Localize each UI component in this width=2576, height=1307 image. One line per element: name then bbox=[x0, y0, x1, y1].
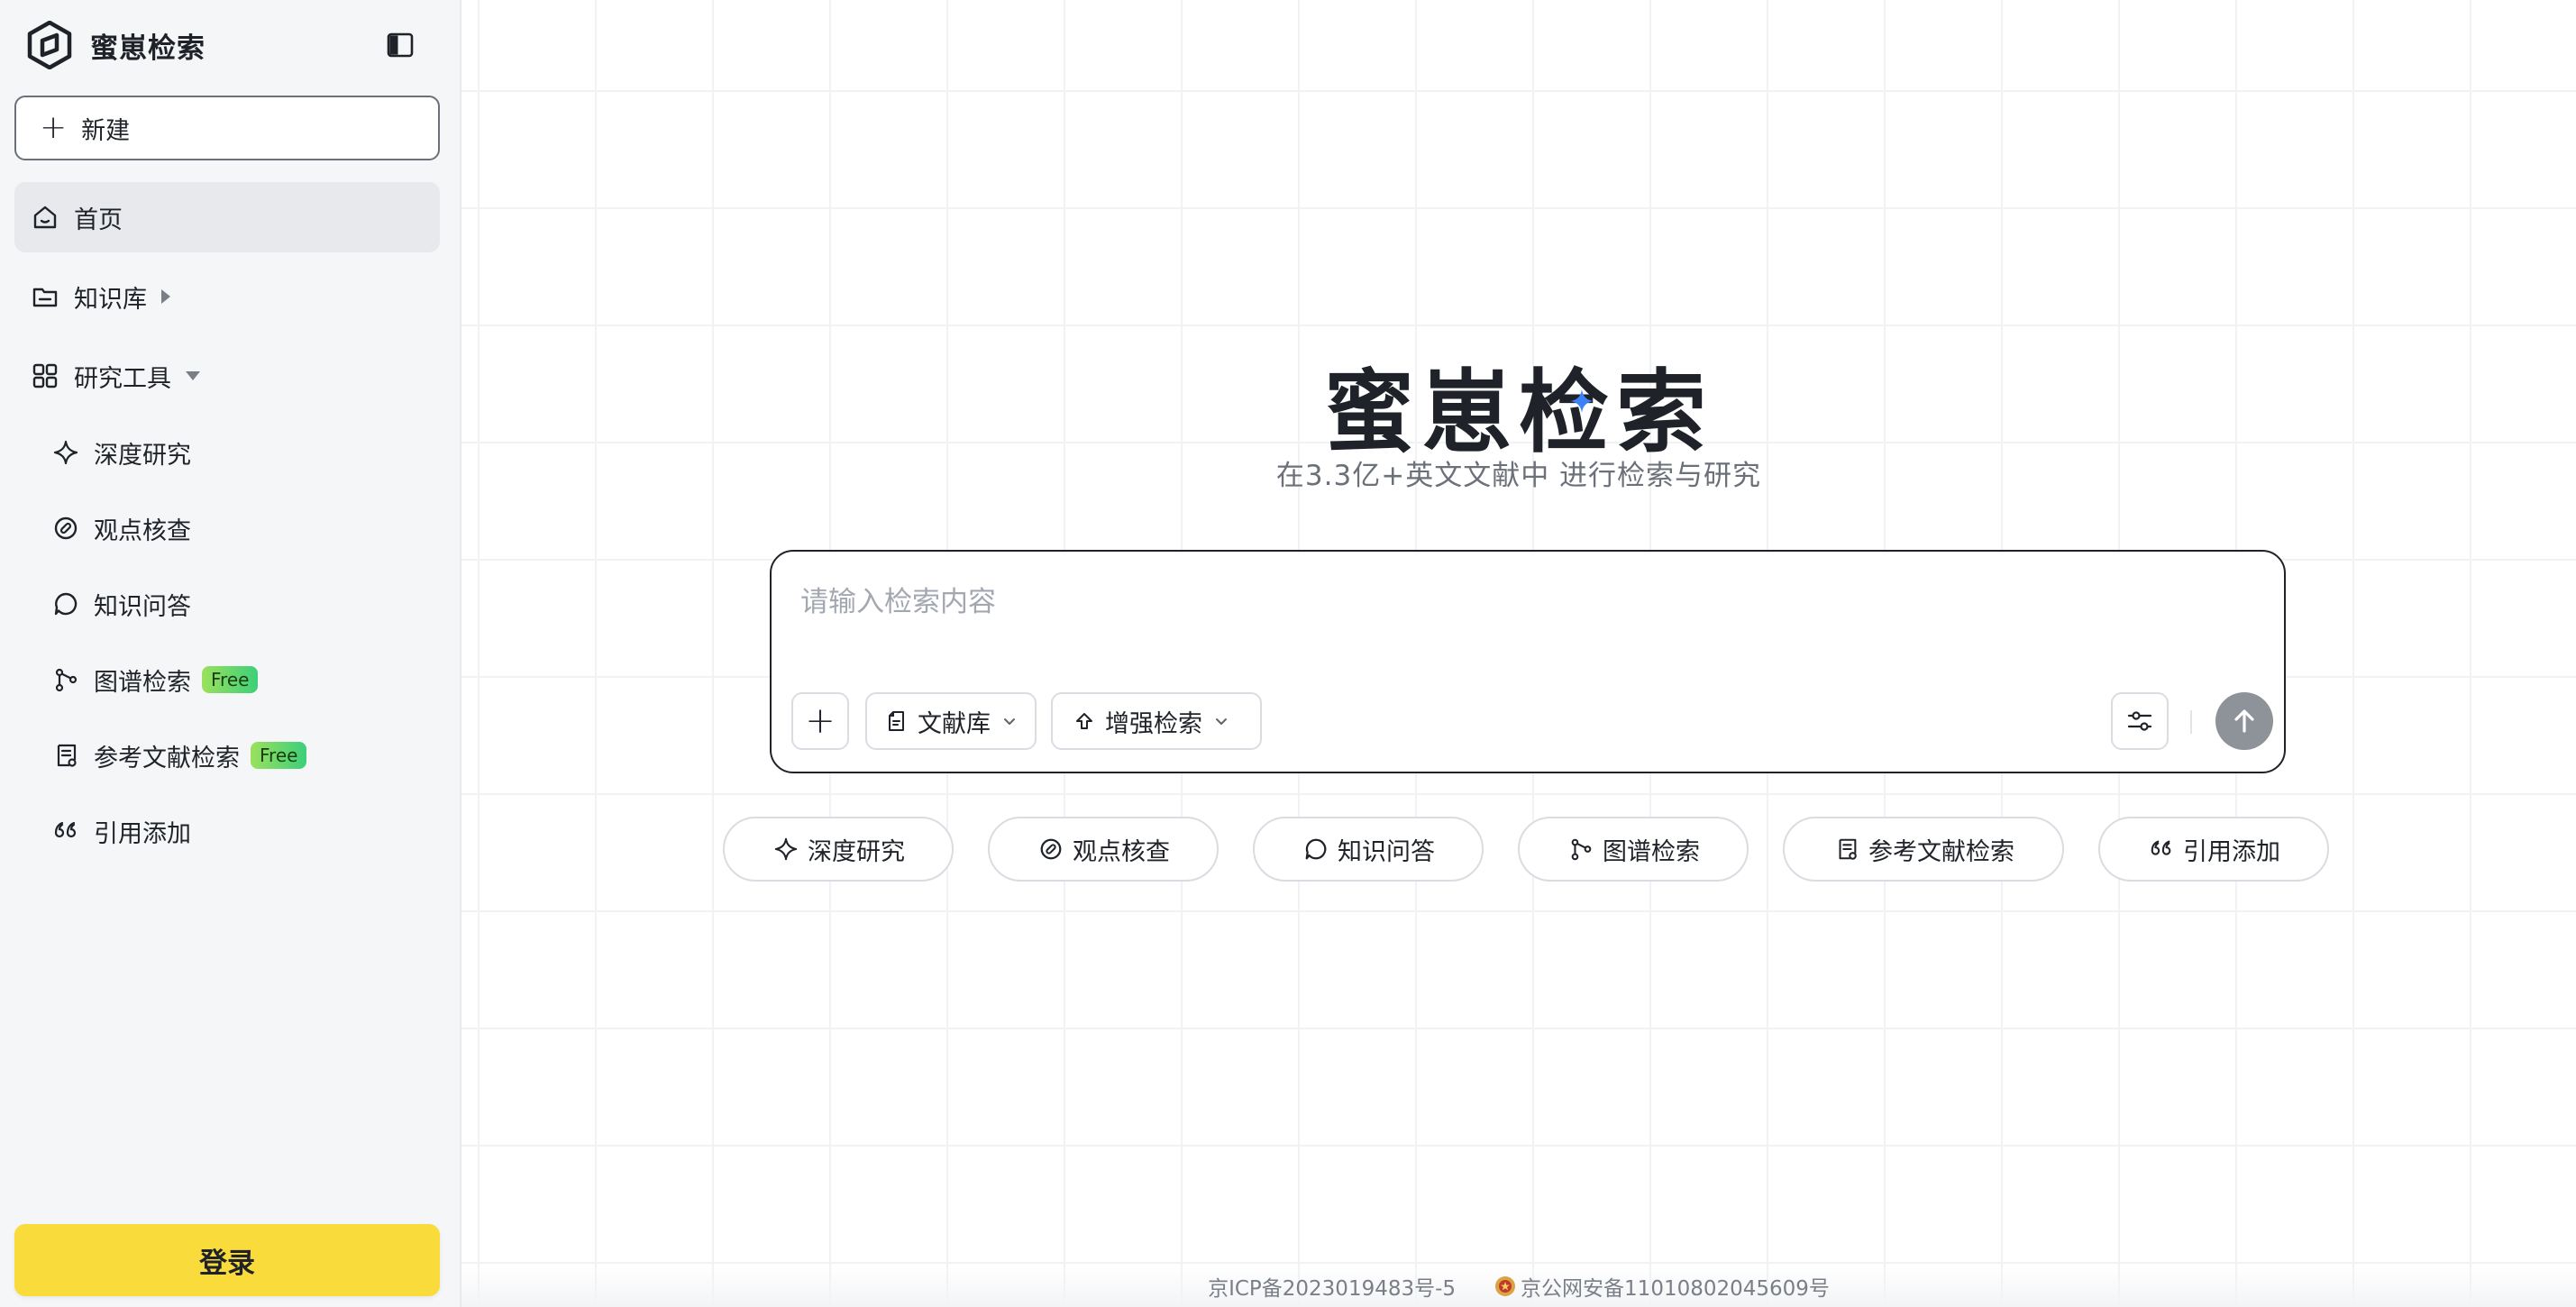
new-button-label: 新建 bbox=[81, 116, 131, 145]
free-badge: Free bbox=[202, 666, 259, 693]
reference-doc-icon bbox=[1832, 835, 1861, 864]
search-box: + 文献库 增强检索 bbox=[770, 550, 2286, 773]
filter-settings-button[interactable] bbox=[2111, 692, 2169, 750]
reference-doc-icon bbox=[50, 740, 81, 771]
police-badge-icon bbox=[1495, 1276, 1516, 1296]
login-button[interactable]: 登录 bbox=[14, 1224, 440, 1296]
sidebar-collapse-button[interactable] bbox=[382, 27, 418, 63]
hero-subtitle: 在3.3亿+英文文献中 进行检索与研究 bbox=[1275, 460, 1762, 492]
graph-icon bbox=[50, 664, 81, 695]
attach-button[interactable]: + bbox=[791, 692, 849, 750]
sidebar-item-label: 图谱检索 bbox=[94, 668, 191, 697]
home-icon bbox=[29, 201, 61, 233]
free-badge: Free bbox=[251, 742, 307, 769]
chevron-down-icon bbox=[1004, 718, 1015, 725]
sparkle-icon bbox=[50, 437, 81, 468]
chip-graph-search[interactable]: 图谱检索 bbox=[1518, 817, 1749, 882]
chip-reference-search[interactable]: 参考文献检索 bbox=[1783, 817, 2064, 882]
sidebar-toggle-icon bbox=[387, 32, 414, 58]
sidebar-item-deep-research[interactable]: 深度研究 bbox=[36, 424, 433, 481]
sidebar-item-graph-search[interactable]: 图谱检索 Free bbox=[36, 651, 433, 708]
send-button[interactable] bbox=[2215, 692, 2273, 750]
brand[interactable]: 蜜崽检索 bbox=[25, 18, 206, 72]
folder-icon bbox=[29, 280, 61, 313]
chip-label: 知识问答 bbox=[1338, 837, 1435, 866]
hero-title: 蜜崽检索 bbox=[1324, 360, 1713, 465]
sidebar-item-label: 引用添加 bbox=[94, 819, 191, 848]
footer: 京ICP备2023019483号-5 京公网安备11010802045609号 bbox=[461, 1266, 2576, 1307]
fact-check-icon bbox=[50, 513, 81, 544]
library-select[interactable]: 文献库 bbox=[865, 692, 1037, 750]
toolbar-divider bbox=[2190, 710, 2192, 734]
nav-item-research-tools-label: 研究工具 bbox=[74, 364, 171, 393]
graph-icon bbox=[1567, 835, 1595, 864]
chat-bubble-icon bbox=[1302, 835, 1330, 864]
brand-name: 蜜崽检索 bbox=[90, 32, 206, 65]
sidebar-item-label: 参考文献检索 bbox=[94, 744, 240, 772]
sliders-icon bbox=[2127, 711, 2152, 731]
sidebar-item-label: 知识问答 bbox=[94, 592, 191, 621]
chip-label: 引用添加 bbox=[2183, 837, 2280, 866]
sidebar-item-fact-check[interactable]: 观点核查 bbox=[36, 499, 433, 557]
chip-deep-research[interactable]: 深度研究 bbox=[723, 817, 954, 882]
chat-bubble-icon bbox=[50, 589, 81, 619]
search-input[interactable] bbox=[800, 575, 2243, 629]
nav-item-research-tools[interactable]: 研究工具 bbox=[14, 341, 440, 411]
arrow-up-icon bbox=[2234, 709, 2254, 733]
fact-check-icon bbox=[1037, 835, 1065, 864]
sidebar: 蜜崽检索 + 新建 首页 知识库 研究工具 深度研究 观点核查 知识问答 图谱检… bbox=[0, 0, 461, 1307]
sidebar-item-citation-add[interactable]: 引用添加 bbox=[36, 802, 433, 860]
enhanced-search-select[interactable]: 增强检索 bbox=[1051, 692, 1262, 750]
plus-icon: + bbox=[40, 109, 68, 146]
sidebar-item-reference-search[interactable]: 参考文献检索 Free bbox=[36, 727, 433, 784]
police-record-link[interactable]: 京公网安备11010802045609号 bbox=[1521, 1271, 1830, 1302]
quick-tools: 深度研究 观点核查 知识问答 图谱检索 参考文献检索 引用添加 bbox=[461, 817, 2576, 882]
quote-icon bbox=[50, 816, 81, 846]
enhanced-search-label: 增强检索 bbox=[1105, 709, 1202, 738]
icp-license-link[interactable]: 京ICP备2023019483号-5 bbox=[1208, 1271, 1456, 1302]
chevron-down-icon bbox=[1216, 718, 1227, 725]
sidebar-item-label: 观点核查 bbox=[94, 516, 191, 545]
chip-label: 观点核查 bbox=[1073, 837, 1170, 866]
chip-fact-check[interactable]: 观点核查 bbox=[988, 817, 1219, 882]
caret-down-icon bbox=[186, 371, 200, 380]
nav-item-knowledge-base[interactable]: 知识库 bbox=[14, 261, 440, 332]
sidebar-item-label: 深度研究 bbox=[94, 441, 191, 470]
chip-knowledge-qa[interactable]: 知识问答 bbox=[1253, 817, 1484, 882]
new-button[interactable]: + 新建 bbox=[14, 96, 440, 160]
nav-item-knowledge-base-label: 知识库 bbox=[74, 285, 147, 314]
grid-icon bbox=[29, 360, 61, 392]
sidebar-item-knowledge-qa[interactable]: 知识问答 bbox=[36, 575, 433, 633]
plus-icon: + bbox=[805, 700, 836, 742]
chip-label: 参考文献检索 bbox=[1868, 837, 2014, 866]
library-select-label: 文献库 bbox=[918, 709, 991, 738]
document-icon bbox=[889, 711, 904, 731]
main-area: 蜜崽检索 在3.3亿+英文文献中 进行检索与研究 + 文献库 增强检索 bbox=[461, 0, 2576, 1307]
chip-citation-add[interactable]: 引用添加 bbox=[2098, 817, 2329, 882]
app-root: 蜜崽检索 + 新建 首页 知识库 研究工具 深度研究 观点核查 知识问答 图谱检… bbox=[0, 0, 2576, 1307]
chip-label: 深度研究 bbox=[808, 837, 905, 866]
nav-item-home[interactable]: 首页 bbox=[14, 182, 440, 252]
brand-logo-icon bbox=[27, 21, 72, 69]
quote-icon bbox=[2147, 835, 2176, 864]
chip-label: 图谱检索 bbox=[1603, 837, 1700, 866]
upload-arrow-icon bbox=[1076, 713, 1092, 729]
nav-item-home-label: 首页 bbox=[74, 206, 123, 234]
login-button-label: 登录 bbox=[199, 1247, 255, 1280]
caret-right-icon bbox=[161, 289, 170, 304]
sparkle-icon bbox=[772, 835, 800, 864]
sparkle-accent-icon bbox=[1570, 389, 1594, 413]
